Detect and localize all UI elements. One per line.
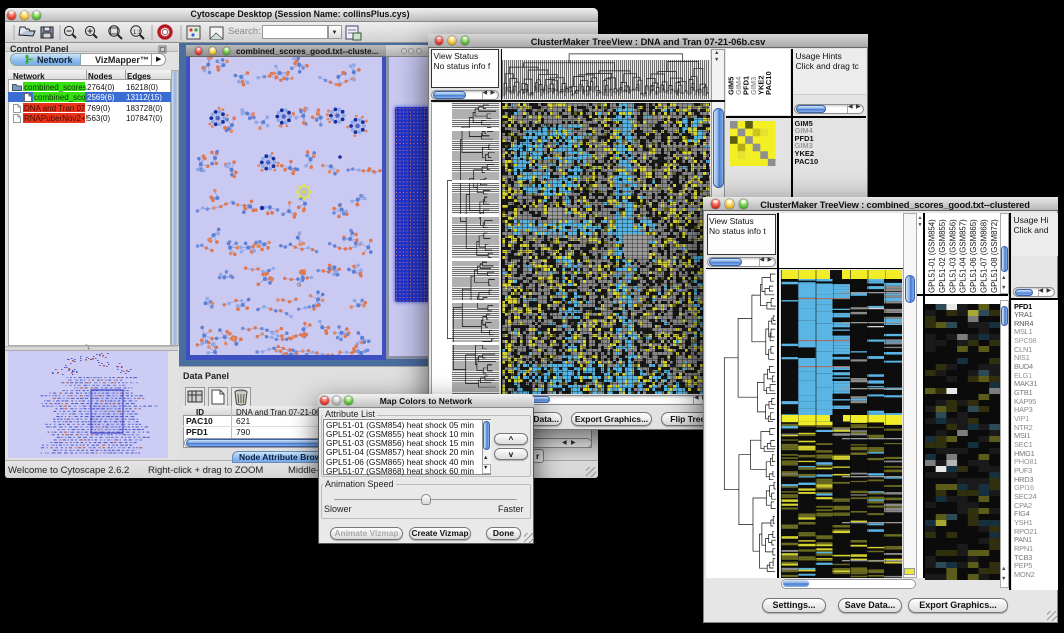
svg-text:GPL51-08 (GSM872): GPL51-08 (GSM872) bbox=[990, 219, 999, 293]
svg-text:GPL51-07 (GSM868): GPL51-07 (GSM868) bbox=[980, 219, 989, 293]
svg-text:GPL51-02 (GSM855): GPL51-02 (GSM855) bbox=[938, 219, 947, 293]
svg-text:1:1: 1:1 bbox=[133, 30, 142, 36]
svg-text:GPL51-06 (GSM865): GPL51-06 (GSM865) bbox=[969, 219, 978, 293]
svg-text:GPL51-03 (GSM856): GPL51-03 (GSM856) bbox=[948, 219, 957, 293]
svg-text:GPL51-04 (GSM857): GPL51-04 (GSM857) bbox=[959, 219, 968, 293]
svg-text:GPL51-01 (GSM854): GPL51-01 (GSM854) bbox=[928, 219, 937, 293]
svg-text:PAC10: PAC10 bbox=[764, 71, 773, 95]
